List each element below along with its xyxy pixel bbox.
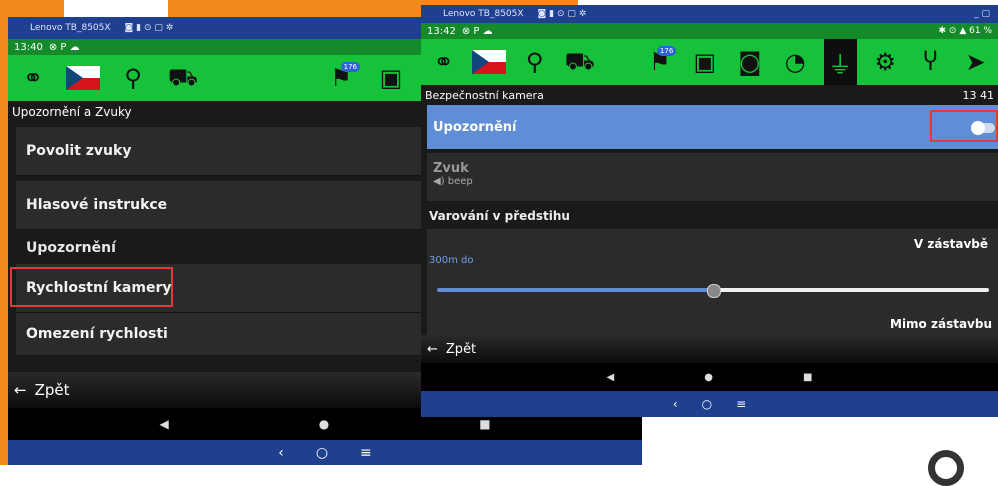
- out-of-town-label: Mimo zástavbu: [890, 317, 992, 331]
- right-device-screen: Lenovo TB_8505X ◙ ▮ ⊙ ▢ ✲ _ ▢ 13:42 ⊗ P …: [421, 5, 998, 417]
- right-device-name: Lenovo TB_8505X: [443, 9, 524, 19]
- right-speed-camera-icon[interactable]: ⏚: [824, 39, 857, 85]
- advance-warning-header: Varování v předstihu: [429, 209, 570, 223]
- right-traffic-icon[interactable]: ⚑176: [643, 44, 676, 80]
- decorative-circle: [928, 450, 964, 486]
- left-clock: 13:40: [14, 42, 43, 53]
- right-device-titlebar: Lenovo TB_8505X ◙ ▮ ⊙ ▢ ✲ _ ▢: [421, 5, 998, 23]
- in-town-slider-filled: [437, 288, 713, 292]
- callout-speed-cameras: [10, 267, 173, 307]
- left-outer-back-icon[interactable]: ‹: [278, 445, 284, 461]
- in-town-slider-rest: [713, 288, 989, 292]
- sound-label: Zvuk: [433, 161, 998, 176]
- right-traffic-badge: 176: [657, 46, 676, 56]
- callout-alert-toggle: [930, 110, 998, 142]
- right-flag-icon[interactable]: [472, 44, 506, 80]
- left-status-icons: ⊗ P ☁: [49, 42, 80, 53]
- right-camera-icon[interactable]: ◙: [733, 44, 766, 80]
- right-outer-menu-icon[interactable]: ≡: [736, 397, 746, 411]
- right-settings-icon[interactable]: ⚙: [869, 44, 902, 80]
- right-menu-icon[interactable]: ⚭: [427, 44, 460, 80]
- sound-row[interactable]: Zvuk ◀) beep: [427, 153, 998, 201]
- right-speedometer-icon[interactable]: ◔: [779, 44, 812, 80]
- sound-value: ◀) beep: [433, 176, 998, 187]
- menu-group-alerts: Upozornění: [16, 240, 116, 256]
- left-menu-icon[interactable]: ⚭: [14, 60, 52, 96]
- left-traffic-badge: 176: [341, 62, 360, 72]
- right-window-controls[interactable]: _ ▢: [974, 9, 998, 19]
- left-outer-home-icon[interactable]: ○: [316, 445, 328, 461]
- right-battery: ✱ ⊙ ▲ 61 %: [939, 26, 998, 36]
- background-white-strip: [64, 0, 168, 17]
- right-inner-recents-icon[interactable]: ■: [803, 372, 812, 383]
- right-fuel-icon[interactable]: ▣: [688, 44, 721, 80]
- left-poi-icon[interactable]: ⚲: [114, 60, 152, 96]
- right-status-icons: ⊗ P ☁: [462, 26, 493, 37]
- right-inner-home-icon[interactable]: ●: [704, 372, 713, 383]
- right-outer-nav-bar: ‹ ○ ≡: [421, 391, 998, 417]
- right-inner-nav-bar: ◀ ● ■: [421, 363, 998, 391]
- right-navigate-icon[interactable]: ➤: [959, 44, 992, 80]
- left-device-name: Lenovo TB_8505X: [30, 23, 111, 33]
- left-outer-menu-icon[interactable]: ≡: [360, 445, 372, 461]
- left-outer-nav-bar: ‹ ○ ≡: [8, 440, 642, 465]
- right-inner-back-icon[interactable]: ◀: [607, 372, 615, 383]
- in-town-label: V zástavbě: [914, 237, 988, 251]
- left-fuel-icon[interactable]: ▣: [372, 60, 410, 96]
- right-header-value: 13 41: [963, 89, 998, 102]
- right-status-bar: 13:42 ⊗ P ☁ ✱ ⊙ ▲ 61 %: [421, 23, 998, 39]
- in-town-slider-knob[interactable]: [707, 284, 721, 298]
- left-flag-icon[interactable]: [64, 60, 102, 96]
- right-back-button[interactable]: ← Zpět: [421, 335, 998, 363]
- in-town-distance-value: 300m do: [429, 255, 473, 266]
- right-outer-home-icon[interactable]: ○: [702, 397, 712, 411]
- right-toolbar: ⚭ ⚲ ⛟ ⚑176 ▣ ◙ ◔ ⏚ ⚙ Ⴤ ➤: [421, 39, 998, 85]
- left-titlebar-icons: ◙ ▮ ⊙ ▢ ✲: [125, 23, 174, 33]
- right-route-icon[interactable]: Ⴤ: [914, 44, 947, 80]
- right-clock: 13:42: [427, 26, 456, 37]
- left-back-arrow-icon: ←: [14, 381, 27, 399]
- alert-toggle-row[interactable]: Upozornění: [427, 105, 998, 149]
- alert-toggle-label: Upozornění: [433, 120, 516, 135]
- left-traffic-icon[interactable]: ⚑176: [322, 60, 360, 96]
- left-inner-recents-icon[interactable]: ■: [479, 417, 490, 431]
- right-titlebar-icons: ◙ ▮ ⊙ ▢ ✲: [538, 9, 587, 19]
- right-back-arrow-icon: ←: [427, 342, 438, 357]
- left-inner-home-icon[interactable]: ●: [319, 417, 329, 431]
- right-outer-back-icon[interactable]: ‹: [673, 397, 678, 411]
- right-truck-icon[interactable]: ⛟: [563, 44, 596, 80]
- left-truck-icon[interactable]: ⛟: [164, 60, 202, 96]
- right-section-title: Bezpečnostní kamera 13 41: [421, 87, 998, 103]
- left-inner-back-icon[interactable]: ◀: [159, 417, 168, 431]
- right-poi-icon[interactable]: ⚲: [518, 44, 551, 80]
- speaker-icon: ◀): [433, 176, 445, 187]
- background-orange-edge: [0, 0, 8, 465]
